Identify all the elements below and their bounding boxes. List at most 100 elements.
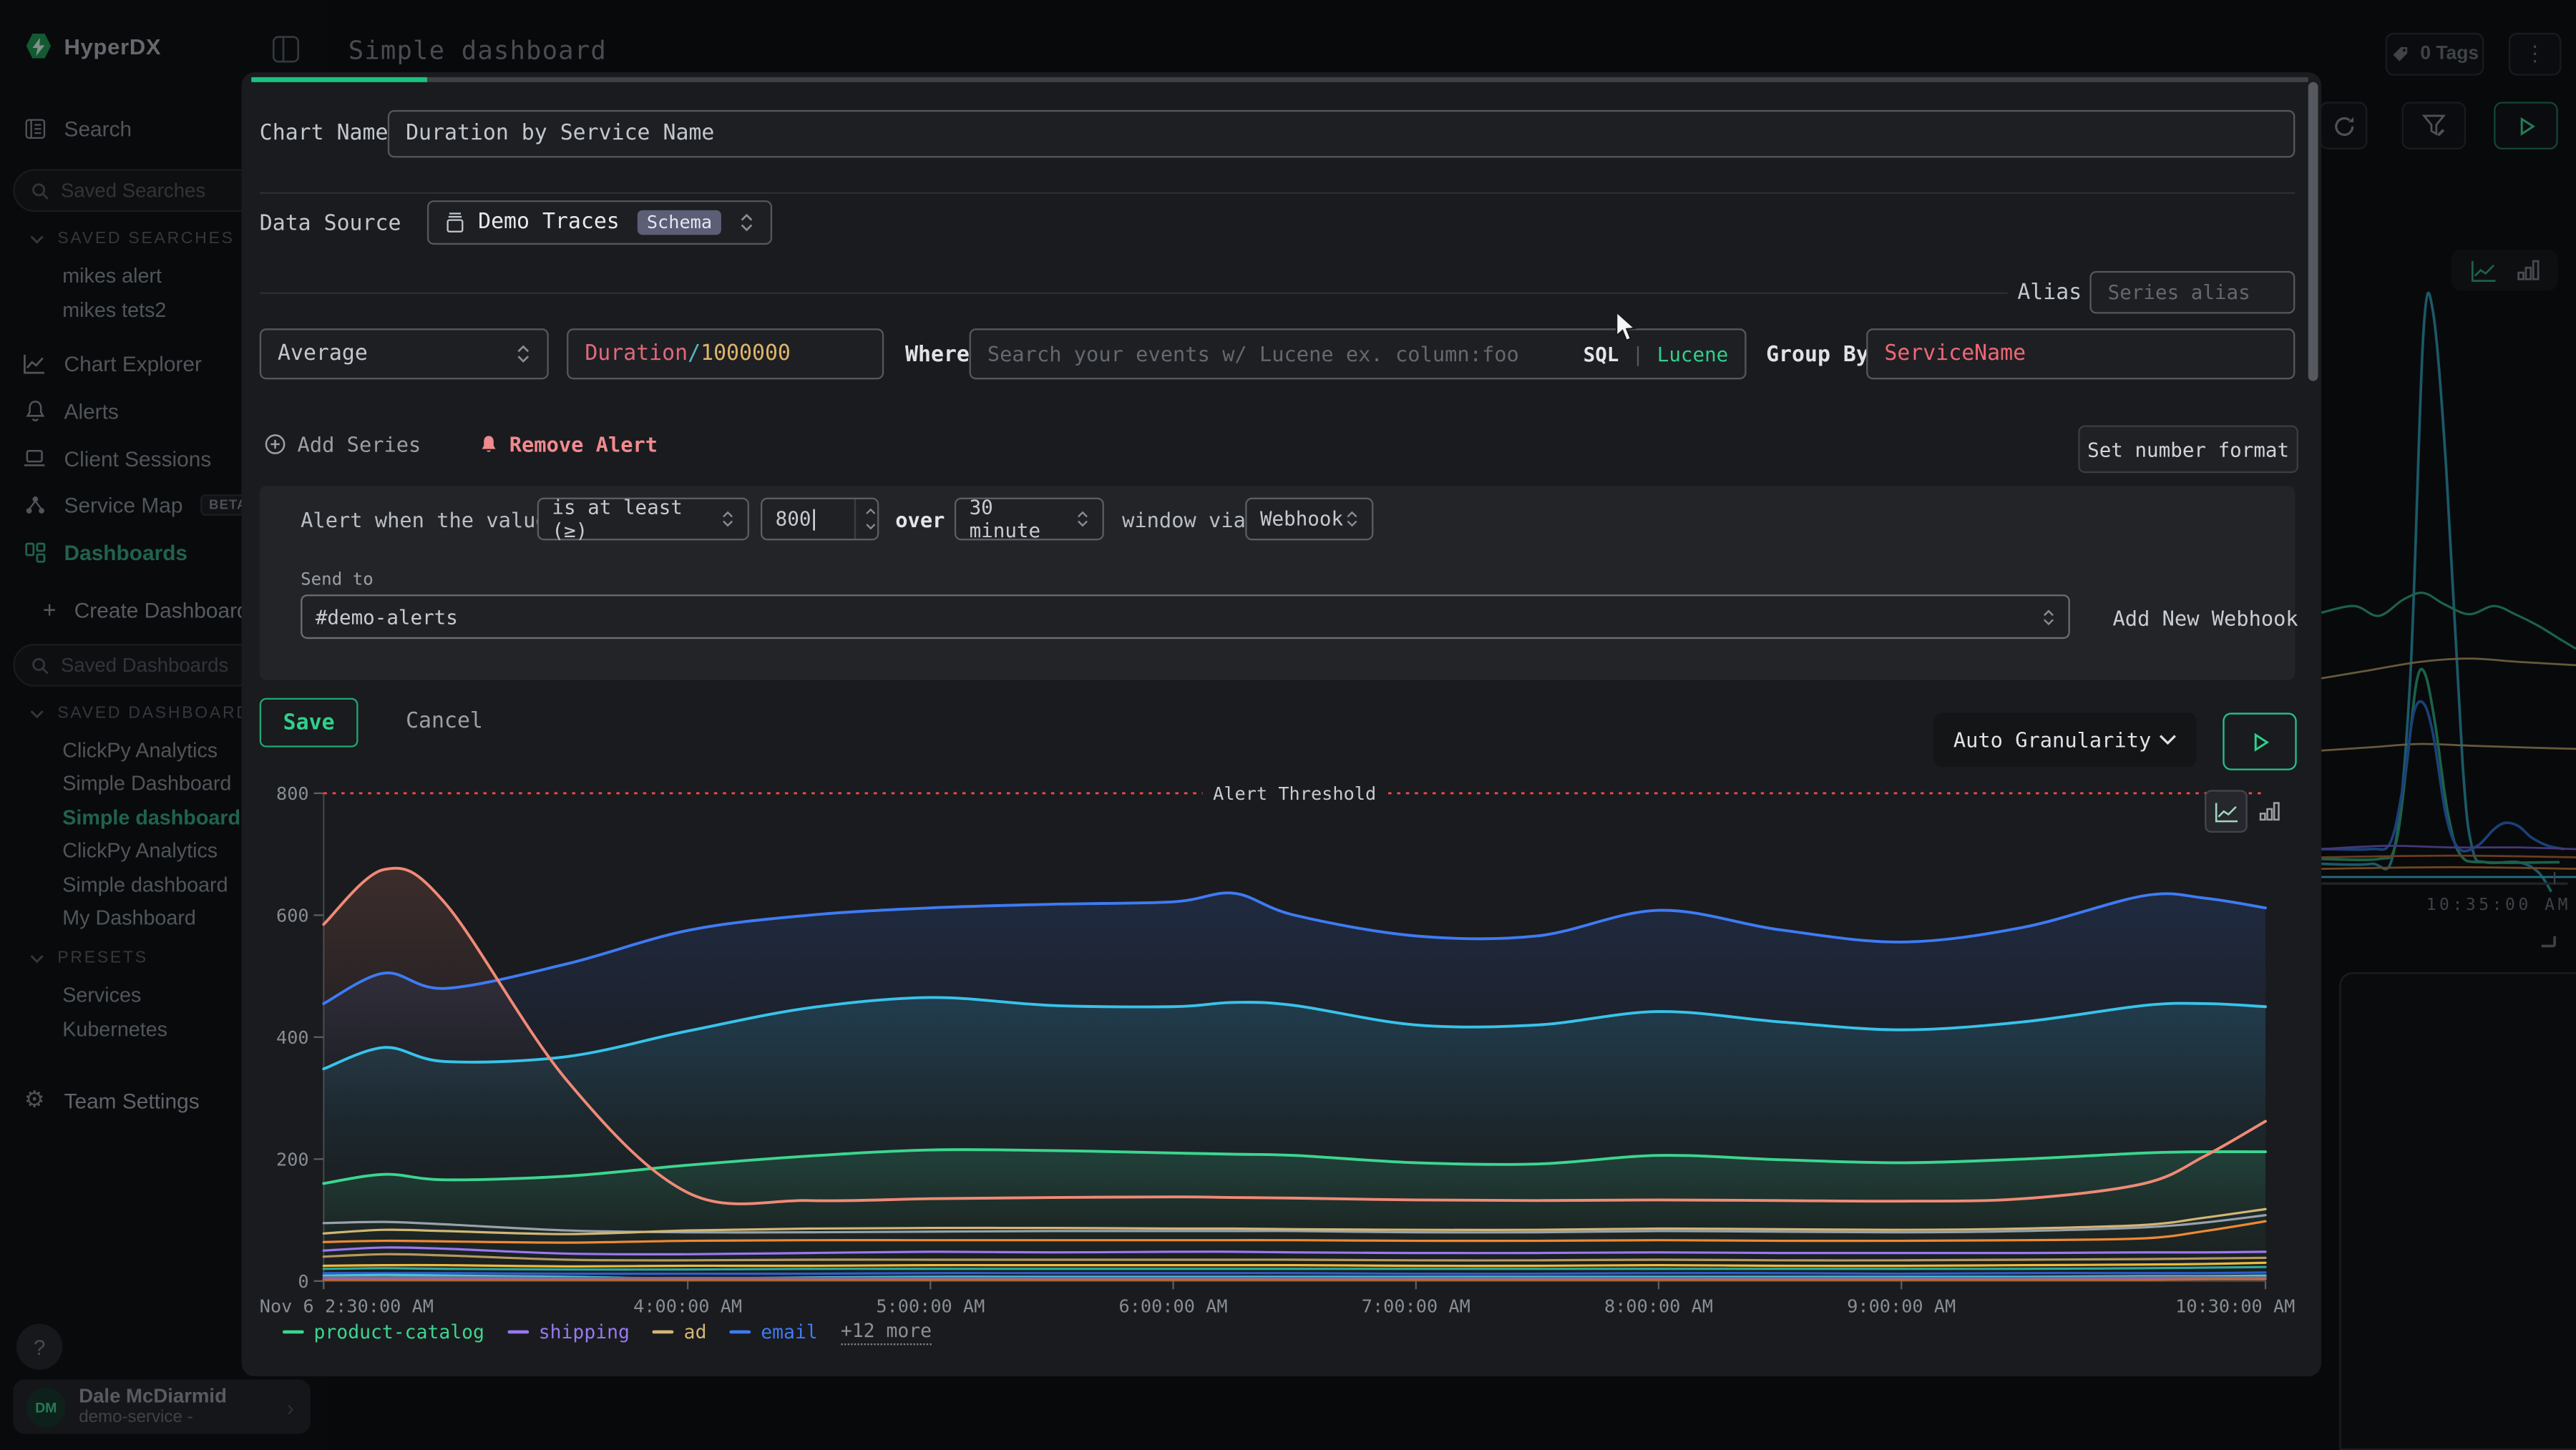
- chart-name-input[interactable]: [388, 110, 2296, 158]
- svg-text:4:00:00 AM: 4:00:00 AM: [633, 1295, 742, 1316]
- divider: [260, 192, 2296, 194]
- legend-item[interactable]: email: [730, 1321, 818, 1343]
- group-by-label: Group By: [1766, 343, 1869, 368]
- granularity-value: Auto Granularity: [1953, 728, 2151, 752]
- alert-config-panel: Alert when the value is at least (≥) 800…: [260, 486, 2296, 680]
- select-chevrons-icon: [516, 345, 531, 363]
- bell-icon: [479, 433, 497, 455]
- comparator-value: is at least (≥): [552, 496, 721, 542]
- edit-chart-modal: Chart Name Data Source Demo Traces Schem…: [241, 72, 2321, 1376]
- save-label: Save: [283, 710, 335, 735]
- svg-text:6:00:00 AM: 6:00:00 AM: [1119, 1295, 1228, 1316]
- chart-type-toggle[interactable]: [2205, 790, 2290, 833]
- svg-text:800: 800: [276, 783, 309, 804]
- svg-text:8:00:00 AM: 8:00:00 AM: [1604, 1295, 1713, 1316]
- svg-text:0: 0: [298, 1271, 308, 1292]
- select-chevrons-icon: [739, 213, 754, 231]
- modal-top-track: [251, 77, 2308, 82]
- set-number-format-button[interactable]: Set number format: [2078, 426, 2298, 474]
- chart-legend: product-catalog shipping ad email +12 more: [283, 1319, 932, 1346]
- legend-item[interactable]: product-catalog: [283, 1321, 484, 1343]
- text-caret: [813, 509, 815, 530]
- legend-swatch: [653, 1331, 674, 1334]
- alert-prefix-label: Alert when the value: [301, 507, 548, 531]
- save-button[interactable]: Save: [260, 698, 358, 748]
- line-chart-icon: [2214, 800, 2238, 822]
- svg-text:Alert Threshold: Alert Threshold: [1213, 783, 1376, 804]
- add-new-webhook-button[interactable]: Add New Webhook: [2113, 606, 2298, 630]
- bar-chart-toggle-button[interactable]: [2248, 790, 2290, 833]
- database-icon: [445, 212, 465, 233]
- add-series-label: Add Series: [298, 432, 421, 456]
- alert-comparator-select[interactable]: is at least (≥): [537, 498, 749, 541]
- run-chart-button[interactable]: [2223, 712, 2296, 770]
- channel-value: Webhook: [1260, 507, 1343, 530]
- remove-alert-label: Remove Alert: [509, 432, 658, 456]
- schema-badge: Schema: [637, 210, 722, 235]
- expression-field: Duration: [585, 342, 688, 366]
- svg-text:5:00:00 AM: 5:00:00 AM: [876, 1295, 985, 1316]
- svg-text:7:00:00 AM: 7:00:00 AM: [1362, 1295, 1470, 1316]
- set-number-format-label: Set number format: [2087, 438, 2289, 461]
- divider: [260, 293, 2008, 294]
- play-icon: [2250, 732, 2270, 752]
- legend-label: ad: [684, 1321, 707, 1343]
- legend-more-button[interactable]: +12 more: [841, 1319, 932, 1346]
- expression-input[interactable]: Duration/1000000: [567, 328, 884, 379]
- send-to-label: Send to: [301, 570, 374, 590]
- window-via-label: window via: [1122, 507, 1246, 531]
- over-label: over: [895, 507, 945, 531]
- mouse-cursor: [1615, 310, 1638, 343]
- modal-scrollbar-thumb[interactable]: [2308, 82, 2318, 381]
- add-series-button[interactable]: Add Series: [265, 432, 421, 456]
- alias-label: Alias: [2017, 281, 2082, 305]
- legend-swatch: [507, 1331, 529, 1334]
- plus-circle-icon: [265, 433, 286, 455]
- series-alias-input[interactable]: [2089, 271, 2295, 314]
- legend-label: shipping: [539, 1321, 630, 1343]
- group-by-input[interactable]: ServiceName: [1866, 328, 2295, 379]
- series-alias-value[interactable]: [2108, 281, 2277, 304]
- svg-text:600: 600: [276, 906, 309, 926]
- timeseries-chart: 0200400600800Nov 6 2:30:00 AM4:00:00 AM5…: [260, 772, 2296, 1355]
- remove-alert-button[interactable]: Remove Alert: [479, 432, 658, 456]
- spinner-down-icon[interactable]: [864, 522, 877, 530]
- destination-value: #demo-alerts: [316, 605, 458, 628]
- data-source-label: Data Source: [260, 212, 401, 236]
- where-label: Where: [905, 343, 970, 368]
- add-new-webhook-label: Add New Webhook: [2113, 606, 2298, 630]
- lucene-mode-toggle[interactable]: Lucene: [1657, 343, 1729, 366]
- modal-top-progress: [251, 77, 427, 82]
- line-chart-toggle-button[interactable]: [2205, 790, 2248, 833]
- sql-mode-toggle[interactable]: SQL: [1584, 343, 1619, 366]
- svg-text:10:30:00 AM: 10:30:00 AM: [2175, 1295, 2295, 1316]
- select-chevrons-icon: [1076, 511, 1089, 527]
- svg-text:Nov 6 2:30:00 AM: Nov 6 2:30:00 AM: [260, 1295, 434, 1316]
- where-search-value[interactable]: [987, 342, 1570, 366]
- legend-item[interactable]: shipping: [507, 1321, 630, 1343]
- webhook-destination-select[interactable]: #demo-alerts: [301, 594, 2070, 639]
- aggregation-fn-select[interactable]: Average: [260, 328, 549, 379]
- alert-window-select[interactable]: 30 minute: [955, 498, 1104, 541]
- legend-swatch: [730, 1331, 751, 1334]
- cancel-button[interactable]: Cancel: [393, 698, 497, 744]
- expression-number: 1000000: [701, 342, 791, 366]
- cancel-label: Cancel: [406, 709, 483, 733]
- chart-name-value[interactable]: [406, 122, 2277, 146]
- svg-text:200: 200: [276, 1150, 309, 1170]
- granularity-select[interactable]: Auto Granularity: [1933, 712, 2196, 767]
- alert-channel-select[interactable]: Webhook: [1245, 498, 1373, 541]
- threshold-value: 800: [776, 507, 811, 530]
- legend-swatch: [283, 1331, 304, 1334]
- number-spinner[interactable]: [854, 499, 877, 539]
- chart-area: 0200400600800Nov 6 2:30:00 AM4:00:00 AM5…: [260, 772, 2296, 1355]
- data-source-select[interactable]: Demo Traces Schema: [427, 200, 772, 245]
- spinner-up-icon[interactable]: [864, 507, 877, 515]
- window-value: 30 minute: [970, 496, 1076, 542]
- app-stage: HyperDX Search Saved Searches SAVED SEAR…: [0, 0, 2576, 1450]
- legend-item[interactable]: ad: [653, 1321, 706, 1343]
- data-source-value: Demo Traces: [478, 210, 620, 235]
- chart-name-label: Chart Name: [260, 122, 389, 146]
- select-chevrons-icon: [2042, 609, 2055, 625]
- alert-threshold-input[interactable]: 800: [761, 498, 879, 541]
